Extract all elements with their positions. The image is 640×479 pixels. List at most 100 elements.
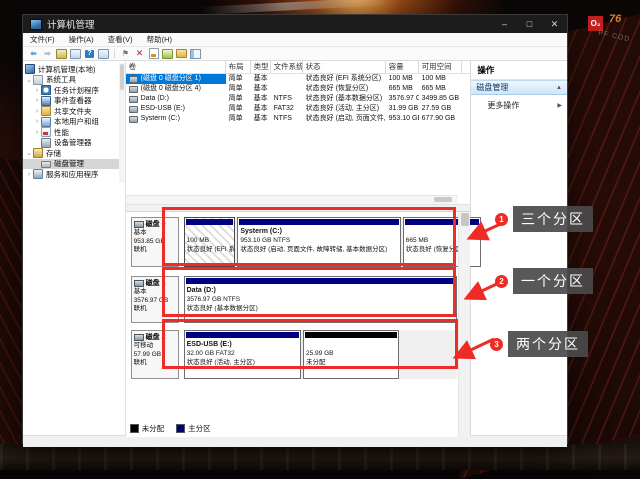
flag-icon[interactable]: ⚑ — [120, 49, 131, 59]
forward-icon[interactable]: ➡ — [42, 49, 53, 59]
disk-state: 联机 — [134, 359, 176, 368]
legend-label: 主分区 — [188, 423, 211, 434]
table-row[interactable]: Data (D:) 简单 基本 NTFS 状态良好 (基本数据分区) 3576.… — [126, 94, 471, 104]
shared-folders-icon — [41, 106, 51, 116]
column-free-space[interactable]: 可用空间 — [419, 61, 462, 73]
menu-action[interactable]: 操作(A) — [62, 33, 101, 46]
cell-fs: NTFS — [271, 94, 303, 104]
sidebar-item-event-viewer[interactable]: › 事件查看器 — [23, 96, 125, 107]
vertical-scrollbar[interactable] — [458, 212, 470, 437]
cell-capacity: 31.99 GB — [386, 104, 419, 114]
cell-capacity: 3576.97 GB — [386, 94, 419, 104]
cell-type: 基本 — [251, 94, 271, 104]
disk-size: 953.85 GB — [134, 238, 176, 247]
column-layout[interactable]: 布局 — [226, 61, 251, 73]
chevron-right-icon[interactable]: › — [33, 118, 41, 125]
chevron-right-icon[interactable]: › — [25, 171, 33, 178]
disk-2-label[interactable]: 磁盘 2 可移动 57.99 GB 联机 — [131, 330, 179, 379]
table-row[interactable]: (磁盘 0 磁盘分区 1) 简单 基本 状态良好 (EFI 系统分区) 100 … — [126, 74, 471, 84]
chevron-right-icon[interactable]: › — [33, 87, 41, 94]
cell-status: 状态良好 (基本数据分区) — [303, 94, 386, 104]
sidebar-item-task-scheduler[interactable]: › 任务计划程序 — [23, 85, 125, 96]
delete-volume-icon[interactable]: ✕ — [134, 49, 145, 59]
disk-0-label[interactable]: 磁盘 0 基本 953.85 GB 联机 — [131, 217, 179, 267]
table-row[interactable]: (磁盘 0 磁盘分区 4) 简单 基本 状态良好 (恢复分区) 665 MB 6… — [126, 84, 471, 94]
table-row[interactable]: Systerm (C:) 简单 基本 NTFS 状态良好 (启动, 页面文件, … — [126, 114, 471, 124]
horizontal-scrollbar[interactable] — [126, 195, 459, 204]
sidebar-item-services[interactable]: › 服务和应用程序 — [23, 169, 125, 180]
column-volume[interactable]: 卷 — [126, 61, 226, 73]
partition-color-bar — [239, 219, 398, 225]
disk-name: 磁盘 2 — [146, 332, 166, 342]
submenu-arrow-icon: ▶ — [557, 102, 562, 109]
sidebar-item-computer-management[interactable]: 计算机管理(本地) — [23, 64, 125, 75]
folder-icon — [176, 49, 187, 58]
cell-type: 基本 — [251, 114, 271, 124]
sidebar-item-system-tools[interactable]: ⌄ 系统工具 — [23, 75, 125, 86]
menu-help[interactable]: 帮助(H) — [140, 33, 179, 46]
chevron-right-icon[interactable]: › — [33, 129, 41, 136]
scrollbar-thumb[interactable] — [120, 64, 124, 90]
disk-1-label[interactable]: 磁盘 1 基本 3576.97 GB 联机 — [131, 276, 179, 323]
cell-capacity: 953.10 GB — [386, 114, 419, 124]
disk-size: 3576.97 GB — [134, 297, 176, 306]
sidebar-item-label: 服务和应用程序 — [46, 169, 99, 180]
pane-splitter[interactable] — [126, 204, 471, 212]
partition-esd-usb[interactable]: ESD-USB (E:) 32.00 GB FAT32 状态良好 (活动, 主分… — [184, 330, 301, 379]
more-actions-item[interactable]: 更多操作 ▶ — [471, 95, 567, 111]
chevron-down-icon[interactable]: ⌄ — [25, 149, 33, 157]
show-window-icon[interactable] — [70, 49, 81, 59]
sidebar-item-disk-management[interactable]: 磁盘管理 — [23, 159, 125, 170]
column-filesystem[interactable]: 文件系统 — [271, 61, 303, 73]
disk-type: 基本 — [134, 229, 176, 238]
minimize-button[interactable]: – — [492, 15, 517, 33]
actions-section-disk-management[interactable]: 磁盘管理 ▲ — [471, 80, 567, 95]
column-status[interactable]: 状态 — [303, 61, 386, 73]
tree-scrollbar[interactable] — [119, 63, 125, 183]
maximize-button[interactable]: □ — [517, 15, 542, 33]
partition-size: 25.99 GB — [304, 349, 398, 358]
volume-icon — [129, 116, 138, 123]
volume-list-pane: 卷 布局 类型 文件系统 状态 容量 可用空间 (磁盘 0 磁盘分区 1) 简单… — [126, 61, 471, 204]
mark-active-icon[interactable] — [162, 49, 173, 59]
column-type[interactable]: 类型 — [251, 61, 271, 73]
properties-icon[interactable] — [98, 49, 109, 59]
chevron-right-icon[interactable]: › — [33, 108, 41, 115]
titlebar[interactable]: 计算机管理 – □ ✕ — [23, 15, 567, 33]
sidebar-item-device-manager[interactable]: 设备管理器 — [23, 138, 125, 149]
partition-size: 100 MB — [185, 236, 235, 245]
close-button[interactable]: ✕ — [542, 15, 567, 33]
menu-file[interactable]: 文件(F) — [23, 33, 62, 46]
cell-free: 3499.85 GB — [419, 94, 462, 104]
open-folder-icon[interactable] — [176, 49, 187, 59]
table-row[interactable]: ESD-USB (E:) 简单 基本 FAT32 状态良好 (活动, 主分区) … — [126, 104, 471, 114]
console-tree-toggle-icon[interactable] — [56, 49, 67, 59]
panel-toggle-icon[interactable] — [190, 49, 201, 59]
cell-free: 665 MB — [419, 84, 462, 94]
scrollbar-thumb[interactable] — [434, 197, 452, 202]
partition-efi[interactable]: 100 MB 状态良好 (EFI 系统分区) — [184, 217, 236, 267]
sidebar-item-local-users[interactable]: › 本地用户和组 — [23, 117, 125, 128]
partition-system-c[interactable]: Systerm (C:) 953.10 GB NTFS 状态良好 (启动, 页面… — [237, 217, 400, 267]
cell-status: 状态良好 (启动, 页面文件, 故障转储, 基本数据分区) — [303, 114, 386, 124]
sidebar-item-shared-folders[interactable]: › 共享文件夹 — [23, 106, 125, 117]
partition-data-d[interactable]: Data (D:) 3576.97 GB NTFS 状态良好 (基本数据分区) — [184, 276, 457, 323]
partition-unallocated[interactable]: 25.99 GB 未分配 — [303, 330, 399, 379]
chevron-down-icon[interactable]: ⌄ — [25, 76, 33, 84]
sidebar-item-storage[interactable]: ⌄ 存储 — [23, 148, 125, 159]
help-icon[interactable]: ? — [84, 49, 95, 59]
check-document-icon[interactable] — [148, 49, 159, 59]
collapse-icon[interactable]: ▲ — [556, 85, 562, 91]
partition-status: 状态良好 (活动, 主分区) — [185, 358, 300, 367]
partition-status: 状态良好 (启动, 页面文件, 故障转储, 基本数据分区) — [238, 245, 399, 254]
back-icon[interactable]: ⬅ — [28, 49, 39, 59]
chevron-right-icon[interactable]: › — [33, 97, 41, 104]
document-icon — [149, 48, 159, 59]
menu-view[interactable]: 查看(V) — [101, 33, 140, 46]
sidebar-item-performance[interactable]: › 性能 — [23, 127, 125, 138]
cell-layout: 简单 — [226, 104, 251, 114]
console-tree: 计算机管理(本地) ⌄ 系统工具 › 任务计划程序 › 事件查看器 › 共享文件… — [23, 61, 126, 435]
scrollbar-thumb[interactable] — [461, 213, 469, 226]
column-capacity[interactable]: 容量 — [386, 61, 419, 73]
primary-partition-swatch — [176, 424, 185, 433]
